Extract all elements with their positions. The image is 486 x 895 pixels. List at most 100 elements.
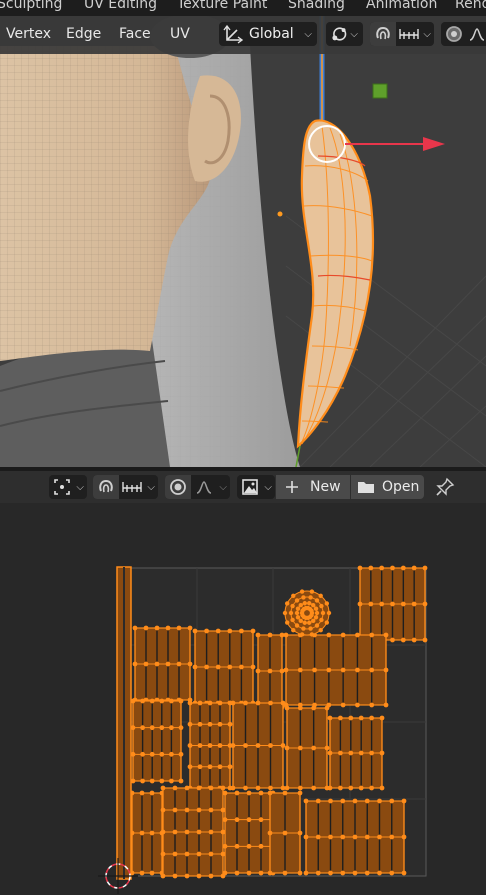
uv-vertex	[284, 601, 290, 606]
uv-vertex	[255, 700, 261, 706]
viewport-header: Vertex Edge Face UV Global ⌵ ⌵ ⌵	[0, 16, 486, 54]
uv-vertex	[302, 620, 307, 625]
uv-vertex	[222, 790, 228, 796]
uv-vertex	[169, 778, 174, 784]
snap-toggle[interactable]	[370, 22, 396, 46]
uv-vertex	[282, 870, 288, 876]
uv-vertex	[314, 610, 320, 616]
uv-vertex	[340, 632, 346, 638]
uv-vertex	[352, 798, 358, 804]
proportional-edit-group[interactable]	[441, 22, 486, 46]
uv-vertex	[132, 625, 138, 631]
chevron-down-icon: ⌵	[304, 28, 312, 40]
uv-vertex	[311, 618, 316, 624]
uv-vertex	[283, 632, 289, 638]
uv-vertex	[192, 628, 198, 634]
chevron-down-icon: ⌵	[147, 481, 155, 493]
uv-vertex	[314, 598, 320, 603]
tab-animation[interactable]: Animation	[366, 0, 437, 12]
proportional-edit-icon	[170, 479, 186, 495]
uv-vertex	[355, 702, 360, 708]
uv-vertex	[172, 873, 178, 879]
uv-vertex	[307, 620, 312, 625]
uv-vertex	[267, 790, 273, 796]
uv-vertex	[169, 698, 174, 704]
uv-vertex	[149, 698, 155, 704]
tab-rendering[interactable]: Rend	[455, 0, 486, 12]
tab-texture-paint[interactable]: Texture Paint	[177, 0, 267, 12]
uv-vertex	[422, 637, 428, 643]
uv-vertex	[369, 702, 375, 708]
uv-vertex	[309, 632, 315, 637]
menu-face[interactable]: Face	[119, 26, 151, 42]
uv-vertex	[290, 603, 295, 609]
chevron-down-icon: ⌵	[76, 481, 84, 493]
snap-increment-icon[interactable]	[398, 26, 420, 42]
new-image-button[interactable]: New	[276, 475, 350, 499]
uv-vertex	[320, 610, 326, 616]
tab-uv-editing[interactable]: UV Editing	[84, 0, 157, 12]
uv-vertex	[215, 628, 221, 634]
menu-edge[interactable]: Edge	[66, 26, 101, 42]
open-image-button[interactable]: Open	[351, 475, 424, 499]
uv-vertex	[172, 785, 178, 791]
uv-vertex	[369, 715, 374, 721]
uv-vertex	[230, 700, 236, 706]
uv-vertex	[149, 790, 155, 796]
image-browse-dropdown[interactable]: ⌵	[237, 475, 275, 499]
snap-increment-icon[interactable]	[121, 479, 143, 495]
uv-vertex	[389, 798, 395, 804]
3d-viewport[interactable]	[0, 16, 486, 467]
uv-vertex	[204, 628, 210, 634]
uv-vertex	[379, 785, 385, 791]
uv-vertex	[149, 778, 155, 784]
uv-vertex	[338, 715, 343, 721]
pivot-point-dropdown[interactable]: ⌵	[326, 22, 363, 46]
uv-vertex	[400, 637, 406, 643]
uv-vertex	[326, 610, 332, 616]
uv-vertex	[165, 625, 171, 631]
uv-vertex	[246, 870, 252, 876]
uv-vertex	[159, 698, 165, 704]
editor-type-dropdown[interactable]: ⌵	[49, 475, 87, 499]
uv-vertex	[208, 785, 214, 791]
uv-vertex	[311, 785, 317, 791]
uv-vertex	[313, 615, 319, 620]
falloff-icon[interactable]	[195, 479, 213, 495]
transform-orientation-dropdown[interactable]: Global ⌵	[219, 22, 317, 46]
uv-vertex	[288, 610, 294, 616]
uv-vertex	[143, 625, 149, 631]
uv-vertex	[340, 870, 346, 876]
menu-vertex[interactable]: Vertex	[6, 26, 51, 42]
uv-editor[interactable]	[0, 503, 486, 895]
orientation-label: Global	[249, 26, 294, 42]
pin-icon[interactable]	[435, 477, 455, 497]
uv-vertex	[369, 632, 375, 638]
open-image-label: Open	[382, 479, 420, 495]
uv-vertex	[291, 593, 296, 598]
uv-proportional-toggle[interactable]	[165, 475, 191, 499]
uv-vertex	[377, 798, 382, 804]
uv-vertex	[294, 610, 300, 616]
uv-vertex	[298, 602, 303, 608]
uv-editor-header: ⌵ ⌵ ⌵ ⌵ New Open	[0, 471, 486, 503]
tab-shading[interactable]: Shading	[288, 0, 345, 12]
uv-vertex	[246, 790, 252, 796]
uv-vertex	[207, 700, 213, 706]
uv-vertex	[338, 785, 343, 791]
uv-vertex	[284, 705, 290, 711]
uv-vertex	[140, 778, 146, 784]
uv-snap-toggle[interactable]	[93, 475, 119, 499]
uv-vertex	[176, 625, 182, 631]
uv-vertex	[234, 870, 240, 876]
uv-vertex	[327, 715, 333, 721]
uv-vertex	[311, 705, 317, 711]
uv-vertex	[379, 715, 385, 721]
uv-vertex	[390, 637, 395, 643]
transform-orientation-icon	[223, 24, 244, 44]
uv-vertex	[227, 628, 233, 634]
menu-uv[interactable]: UV	[170, 26, 190, 42]
uv-vertex	[160, 785, 166, 791]
tab-sculpting[interactable]: Sculpting	[0, 0, 62, 12]
uv-vertex	[301, 626, 306, 631]
